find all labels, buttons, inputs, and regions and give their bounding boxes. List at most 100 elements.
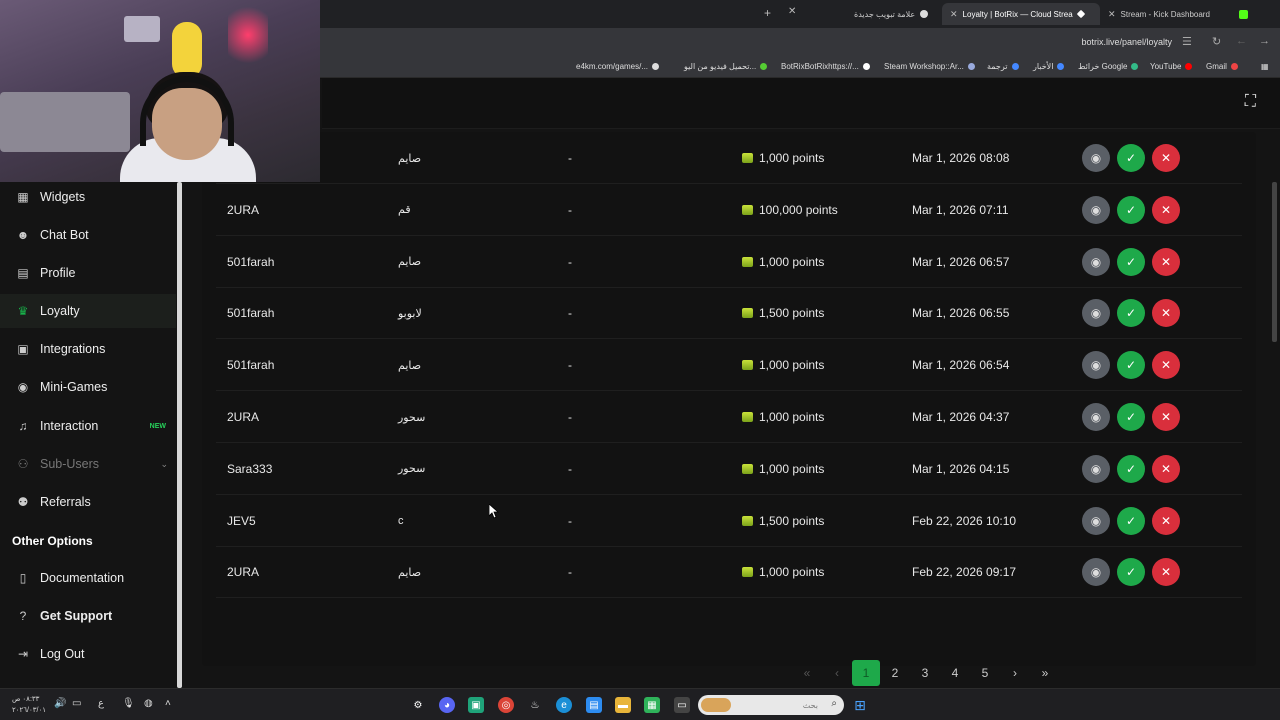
redeemer-username[interactable]: 2URA <box>227 391 259 443</box>
view-button[interactable]: ◉ <box>1082 454 1110 483</box>
obs-icon[interactable]: ▣ <box>468 697 484 713</box>
folder-icon[interactable]: ▬ <box>615 697 631 713</box>
close-icon[interactable]: ✕ <box>1108 9 1116 20</box>
view-button[interactable]: ◉ <box>1082 299 1110 328</box>
reject-button[interactable]: ✕ <box>1152 144 1180 172</box>
redeemer-username[interactable]: 501farah <box>227 339 274 391</box>
approve-button[interactable]: ✓ <box>1117 506 1145 535</box>
bookmark-e4km[interactable]: e4km.com/games/... <box>576 62 660 71</box>
redeemer-username[interactable]: Sara333 <box>227 443 272 495</box>
approve-button[interactable]: ✓ <box>1117 299 1145 328</box>
page-1-button[interactable]: 1 <box>852 660 880 686</box>
chevron-up-icon[interactable]: ˄ <box>165 698 171 709</box>
bookmark-botrix[interactable]: BotRixBotRixhttps://... <box>781 62 870 71</box>
approve-button[interactable]: ✓ <box>1117 351 1145 380</box>
bookmark-steam[interactable]: Steam Workshop::Ar... <box>884 62 975 71</box>
approve-button[interactable]: ✓ <box>1117 195 1145 224</box>
tab-loyalty[interactable]: ✕ Loyalty | BotRix — Cloud Strea <box>942 3 1100 25</box>
approve-button[interactable]: ✓ <box>1117 247 1145 276</box>
chrome-icon[interactable]: ◎ <box>498 697 514 713</box>
taskbar-search[interactable]: بحث ⌕ <box>698 695 844 715</box>
reject-button[interactable]: ✕ <box>1152 454 1180 483</box>
view-button[interactable]: ◉ <box>1082 506 1110 535</box>
back-icon[interactable]: → <box>1259 35 1270 47</box>
network-icon[interactable]: ▭ <box>72 698 81 709</box>
bookmark-translate[interactable]: ترجمة <box>987 62 1019 71</box>
page-scrollbar[interactable] <box>1272 182 1277 342</box>
bookmark-youtube[interactable]: YouTube <box>1150 62 1193 71</box>
new-tab-button[interactable]: + <box>764 6 771 20</box>
sidebar-item-profile[interactable]: ▤ Profile <box>0 256 176 290</box>
view-button[interactable]: ◉ <box>1082 195 1110 224</box>
bookmark-gmail[interactable]: Gmail <box>1206 62 1238 71</box>
reject-button[interactable]: ✕ <box>1152 506 1180 535</box>
sidebar-item-widgets[interactable]: ▦ Widgets <box>0 180 176 214</box>
sidebar-item-referrals[interactable]: ⚉ Referrals <box>0 485 176 519</box>
sidebar-item-mini-games[interactable]: ◉ Mini-Games <box>0 370 176 404</box>
view-button[interactable]: ◉ <box>1082 403 1110 431</box>
tab-kick-dashboard[interactable]: ✕ Stream - Kick Dashboard <box>1100 3 1260 25</box>
sidebar-item-get-support[interactable]: ? Get Support <box>0 599 176 633</box>
last-page-button[interactable]: » <box>1030 660 1060 686</box>
bookmark-news[interactable]: الأخبار <box>1033 62 1065 71</box>
redeemer-username[interactable]: 2URA <box>227 184 259 236</box>
mic-icon[interactable]: 🎙 <box>122 698 135 709</box>
close-tab-icon[interactable]: ✕ <box>788 6 796 17</box>
page-5-button[interactable]: 5 <box>970 660 1000 686</box>
bookmark-maps[interactable]: خرائط Google <box>1078 62 1139 71</box>
view-button[interactable]: ◉ <box>1082 144 1110 172</box>
reject-button[interactable]: ✕ <box>1152 247 1180 276</box>
windows-start-icon[interactable]: ⊞ <box>852 697 868 713</box>
reject-button[interactable]: ✕ <box>1152 195 1180 224</box>
settings-icon[interactable]: ⚙ <box>410 697 426 713</box>
redeemer-username[interactable]: 501farah <box>227 287 274 339</box>
reject-button[interactable]: ✕ <box>1152 558 1180 587</box>
redeemer-username[interactable]: JEV5 <box>227 495 256 547</box>
sidebar-item-interaction[interactable]: ♫ Interaction NEW <box>0 409 176 443</box>
url-text[interactable]: botrix.live/panel/loyalty <box>1081 37 1172 47</box>
sidebar-scrollbar[interactable] <box>177 182 182 688</box>
reject-button[interactable]: ✕ <box>1152 351 1180 380</box>
sidebar-item-sub-users[interactable]: ⚇ Sub-Users ⌄ <box>0 447 176 481</box>
discord-icon[interactable]: ◕ <box>439 697 455 713</box>
view-button[interactable]: ◉ <box>1082 247 1110 276</box>
approve-button[interactable]: ✓ <box>1117 144 1145 172</box>
sidebar-item-chat-bot[interactable]: ☻ Chat Bot <box>0 218 176 252</box>
tune-icon[interactable]: ☰ <box>1182 35 1192 48</box>
prev-page-button[interactable]: ‹ <box>822 660 852 686</box>
apps-icon[interactable]: ▦ <box>1261 62 1269 71</box>
first-page-button[interactable]: « <box>792 660 822 686</box>
volume-icon[interactable]: 🔊 <box>54 698 66 709</box>
approve-button[interactable]: ✓ <box>1117 558 1145 587</box>
sidebar-item-log-out[interactable]: ⇥ Log Out <box>0 637 176 671</box>
next-page-button[interactable]: › <box>1000 660 1030 686</box>
bookmark-video[interactable]: تحميل فيديو من اليو... <box>684 62 768 71</box>
reject-button[interactable]: ✕ <box>1152 299 1180 328</box>
page-2-button[interactable]: 2 <box>880 660 910 686</box>
view-button[interactable]: ◉ <box>1082 558 1110 587</box>
close-icon[interactable]: ✕ <box>950 9 958 20</box>
approve-button[interactable]: ✓ <box>1117 403 1145 431</box>
clock[interactable]: ٠٨:٣٣ ص ٢٠٢٦/٠٣/٠١ <box>12 694 46 716</box>
reject-button[interactable]: ✕ <box>1152 403 1180 431</box>
language-indicator[interactable]: ع <box>98 698 104 709</box>
page-3-button[interactable]: 3 <box>910 660 940 686</box>
task-view-icon[interactable]: ▭ <box>674 697 690 713</box>
forward-icon[interactable]: ← <box>1236 35 1247 47</box>
page-4-button[interactable]: 4 <box>940 660 970 686</box>
redeemer-username[interactable]: 2URA <box>227 546 259 598</box>
sidebar-item-documentation[interactable]: ▯ Documentation <box>0 561 176 595</box>
sidebar-item-loyalty[interactable]: ♛ Loyalty <box>0 294 176 328</box>
store-icon[interactable]: ▤ <box>586 697 602 713</box>
sidebar-item-integrations[interactable]: ▣ Integrations <box>0 332 176 366</box>
redeemer-username[interactable]: 501farah <box>227 236 274 288</box>
edge-icon[interactable]: e <box>556 697 572 713</box>
reload-icon[interactable]: ↻ <box>1212 35 1221 48</box>
tray-app-icon[interactable]: ◍ <box>144 698 153 709</box>
app-icon[interactable]: ▦ <box>644 697 660 713</box>
approve-button[interactable]: ✓ <box>1117 454 1145 483</box>
botrix-logo-icon[interactable]: ⛶ <box>1245 93 1256 111</box>
steam-icon[interactable]: ♨ <box>527 697 543 713</box>
view-button[interactable]: ◉ <box>1082 351 1110 380</box>
tab-new[interactable]: علامة تبويب جديدة <box>846 3 936 25</box>
